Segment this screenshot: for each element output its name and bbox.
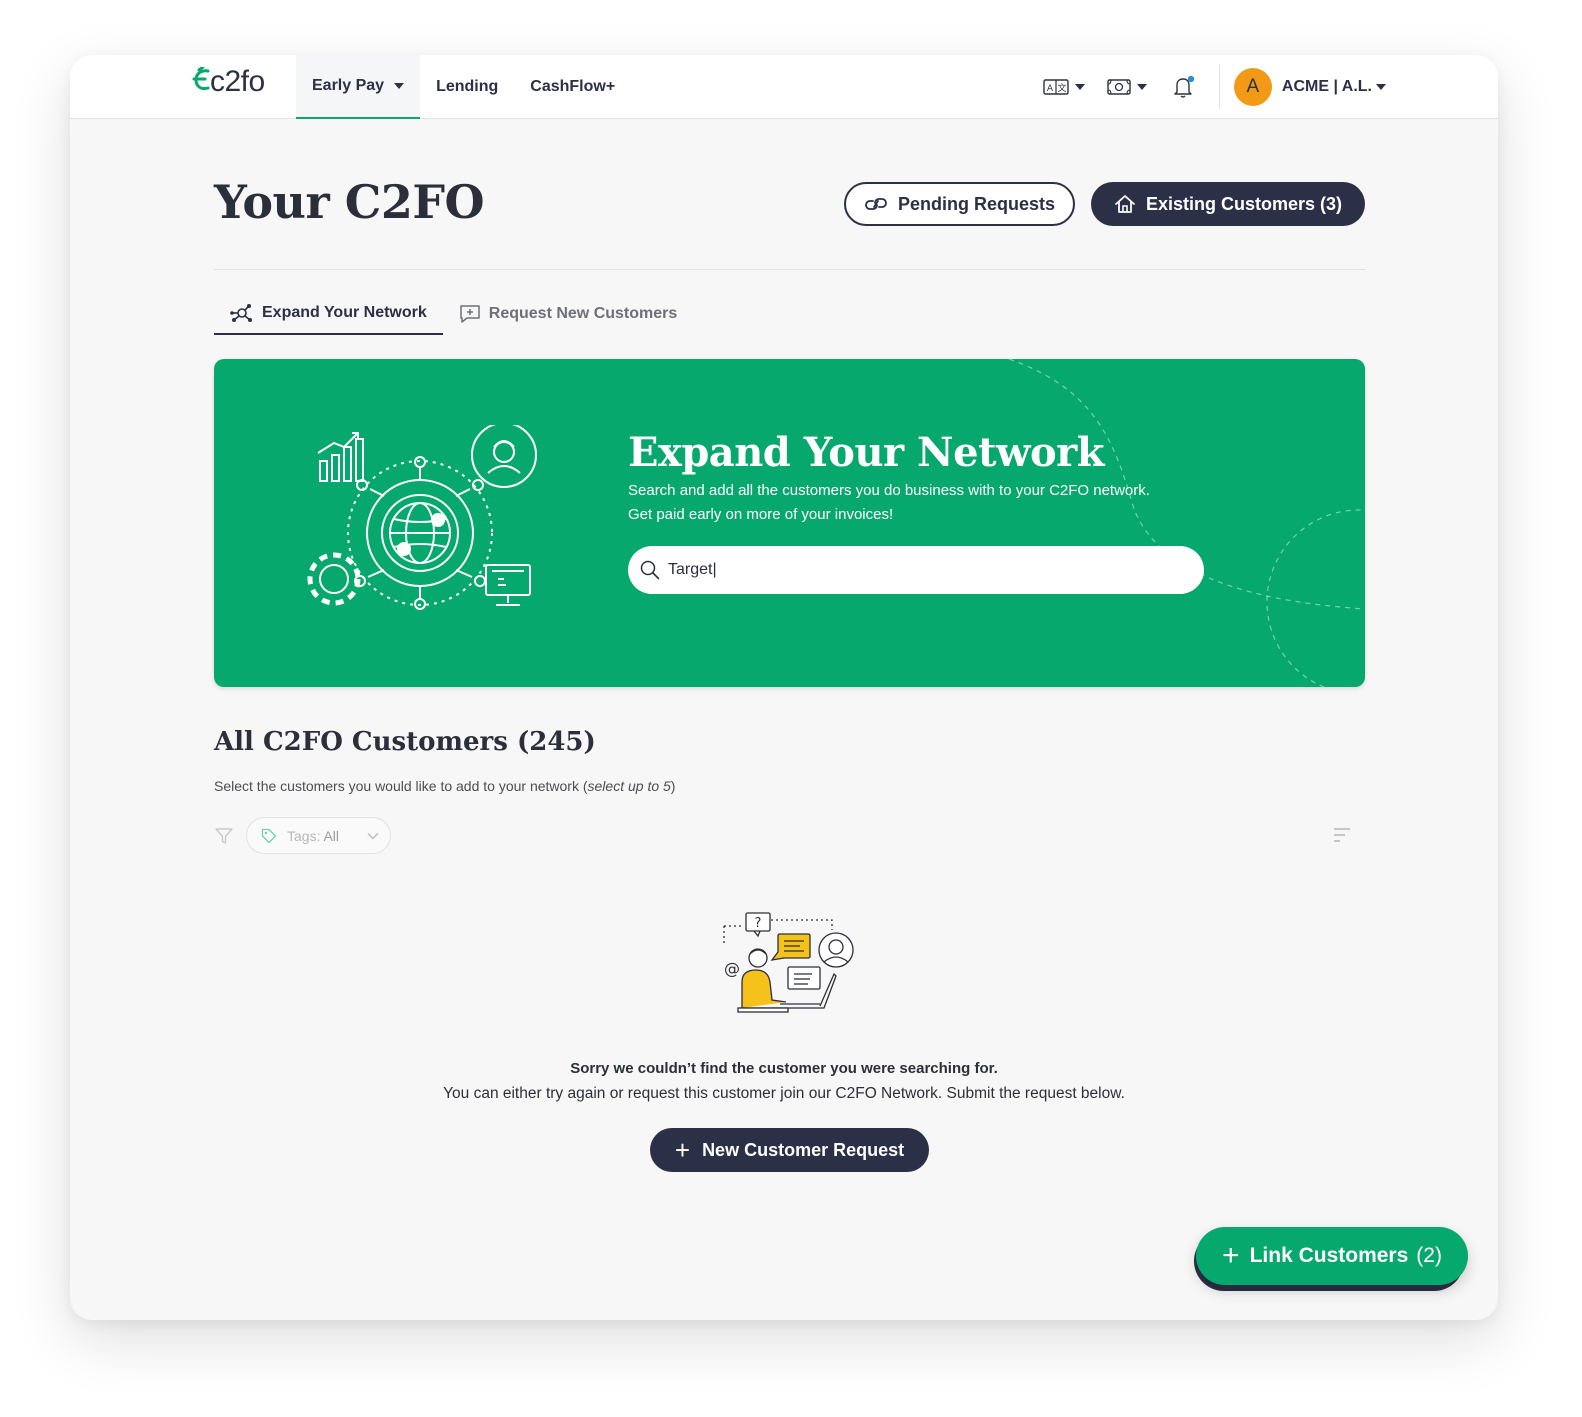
empty-state-title: Sorry we couldn’t find the customer you … [570, 1060, 998, 1077]
existing-customers-label: Existing Customers (3) [1145, 193, 1343, 214]
nav-item-label: Lending [436, 78, 499, 95]
chevron-down-icon [1074, 84, 1085, 90]
header-divider [1218, 65, 1220, 109]
subtitle-prefix: Select the customers you would like to a… [214, 778, 588, 794]
chevron-down-icon [1376, 84, 1386, 90]
link-customers-button[interactable]: + Link Customers (2) [1196, 1227, 1468, 1285]
existing-customers-button[interactable]: Existing Customers (3) [1091, 182, 1365, 226]
sort-icon[interactable] [1333, 827, 1351, 843]
section-title: All C2FO Customers (245) [214, 727, 596, 757]
pending-requests-button[interactable]: Pending Requests [844, 182, 1075, 226]
language-icon: A 文 [1043, 79, 1069, 95]
tab-label: Request New Customers [488, 305, 678, 322]
subtitle-suffix: ) [670, 778, 676, 794]
tab-request-new-customers[interactable]: Request New Customers [443, 293, 694, 335]
tab-label: Expand Your Network [262, 304, 427, 321]
pending-requests-label: Pending Requests [897, 193, 1056, 214]
network-icon [230, 304, 252, 322]
network-globe-illustration [307, 425, 537, 610]
nav-item-label: Early Pay [312, 77, 385, 94]
tags-label: Tags: [287, 827, 321, 844]
filter-icon[interactable] [214, 826, 234, 846]
c2fo-logo[interactable]: c2fo [190, 67, 265, 97]
hero-subtitle-line1: Search and add all the customers you do … [628, 482, 1150, 499]
chevron-down-icon [394, 83, 405, 89]
app-window: c2fo Early Pay Lending CashFlow+ A 文 A A… [70, 55, 1498, 1320]
page-title: Your C2FO [214, 175, 485, 229]
home-icon [1115, 195, 1135, 213]
svg-text:@: @ [724, 959, 740, 978]
tab-expand-your-network[interactable]: Expand Your Network [214, 293, 443, 335]
subtitle-emphasis: select up to 5 [587, 778, 671, 794]
svg-text:文: 文 [1057, 82, 1066, 94]
header-tools: A 文 A ACME | A.L. [1021, 55, 1386, 119]
language-selector[interactable]: A 文 [1043, 79, 1085, 95]
link-customers-fab: + Link Customers (2) [1194, 1227, 1468, 1293]
bell-icon [1174, 75, 1195, 98]
chevron-down-icon [367, 832, 379, 839]
tags-filter-dropdown[interactable]: Tags: All [246, 817, 391, 854]
main-nav: Early Pay Lending CashFlow+ [296, 55, 631, 119]
tab-bar: Expand Your Network Request New Customer… [214, 293, 693, 335]
link-customers-label: Link Customers [1249, 1244, 1409, 1267]
avatar[interactable]: A [1233, 68, 1272, 106]
account-menu[interactable]: ACME | A.L. [1282, 78, 1386, 96]
svg-text:?: ? [755, 916, 762, 931]
top-navigation-bar: c2fo Early Pay Lending CashFlow+ A 文 A A… [70, 55, 1498, 119]
nav-item-label: CashFlow+ [530, 78, 616, 95]
link-customers-count: (2) [1416, 1244, 1442, 1267]
hero-subtitle: Search and add all the customers you do … [628, 479, 1248, 527]
customer-search-input[interactable] [668, 561, 1168, 579]
currency-selector[interactable] [1107, 79, 1147, 95]
add-message-icon [460, 305, 480, 323]
logo-wordmark: c2fo [210, 65, 265, 98]
customer-search-box[interactable] [628, 546, 1204, 594]
section-subtitle: Select the customers you would like to a… [214, 778, 675, 794]
account-label: ACME | A.L. [1281, 78, 1372, 95]
nav-item-lending[interactable]: Lending [420, 55, 514, 119]
nav-item-cashflow[interactable]: CashFlow+ [514, 55, 631, 119]
hero-subtitle-line2: Get paid early on more of your invoices! [628, 506, 894, 523]
new-customer-request-button[interactable]: + New Customer Request [650, 1128, 929, 1172]
search-icon [640, 560, 660, 580]
hero-title: Expand Your Network [628, 429, 1104, 476]
plus-icon: + [674, 1135, 691, 1165]
plus-icon: + [1222, 1239, 1240, 1272]
nav-item-early-pay[interactable]: Early Pay [296, 55, 421, 119]
currency-icon [1107, 79, 1131, 95]
link-icon [865, 198, 887, 210]
header-divider-line [214, 269, 1365, 270]
empty-state-illustration: ? @ [723, 912, 854, 1013]
filter-row: Tags: All [214, 817, 1365, 855]
chevron-down-icon [1136, 84, 1147, 90]
empty-state-message: You can either try again or request this… [443, 1085, 1125, 1102]
notifications-button[interactable] [1173, 75, 1195, 99]
expand-network-hero: Expand Your Network Search and add all t… [214, 359, 1365, 687]
tag-icon [261, 828, 277, 843]
tags-value: All [323, 827, 340, 844]
svg-text:A: A [1047, 84, 1054, 94]
new-customer-request-label: New Customer Request [702, 1139, 905, 1160]
